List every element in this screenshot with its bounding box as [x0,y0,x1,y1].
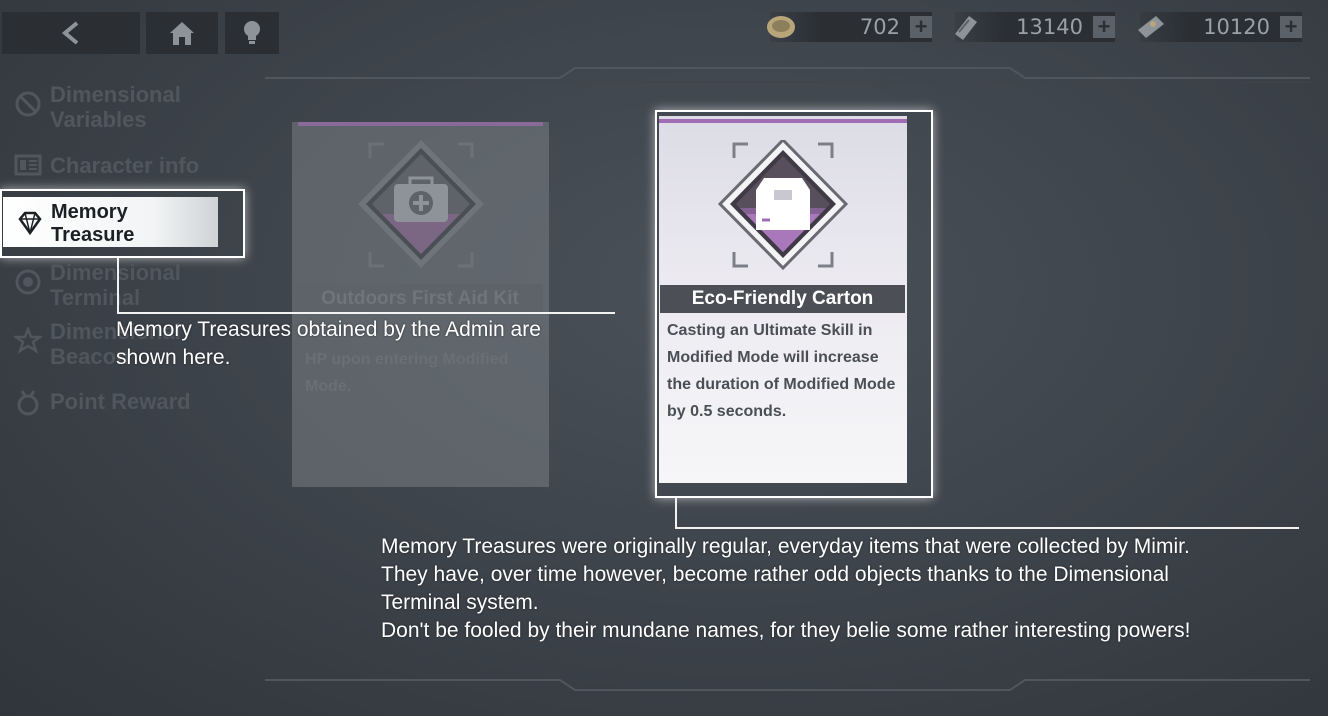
lightbulb-icon [244,21,260,44]
coin-icon [767,16,795,38]
card-description: Casting an Ultimate Skill in Modified Mo… [667,322,896,420]
sidebar-item-label: Character info [50,153,200,178]
callout-line-vertical [675,498,677,529]
add-crystal-button[interactable]: + [1093,16,1115,38]
ticket-icon [1138,16,1164,38]
callout-line-horizontal [117,312,615,314]
callout-text: They have, over time however, become rat… [381,563,1169,586]
resource-crystal: 13140 + [955,12,1115,42]
sidebar-item-label: Point Reward [50,389,191,414]
sidebar-item-label: Dimensional [50,82,181,107]
sidebar-item-point-reward[interactable]: Point Reward [14,389,191,417]
home-icon [170,22,194,45]
carton-icon [717,140,849,271]
callout-line-horizontal [675,527,1299,529]
callout-text: Memory Treasures obtained by the Admin a… [116,318,541,341]
sidebar-item-label-line2: Variables [50,107,147,132]
sidebar-item-label: Dimensional [50,260,181,285]
diamond-icon [18,211,42,236]
ticket-value: 10120 [1203,15,1270,39]
callout-text: shown here. [116,346,231,369]
card-title: Eco-Friendly Carton [660,285,905,313]
crystal-icon [955,16,977,40]
card-accent-bar [298,122,543,126]
sidebar-callout: Memory Treasures obtained by the Admin a… [116,316,541,372]
sidebar-item-label-line2: Terminal [50,285,141,310]
coin-value: 702 [859,15,900,39]
add-ticket-button[interactable]: + [1280,16,1302,38]
beacon-icon [14,327,42,354]
first-aid-kit-icon [358,140,484,268]
callout-line-vertical [117,258,119,314]
terminal-icon [15,269,41,295]
sidebar-item-label-line2: Treasure [51,224,135,246]
chevron-left-icon [61,21,79,45]
callout-text: Terminal system. [381,591,539,614]
sidebar-item-dimensional-variables[interactable]: Dimensional Variables [14,82,181,132]
card-callout: Memory Treasures were originally regular… [381,533,1190,645]
sidebar-item-dimensional-terminal[interactable]: Dimensional Terminal [14,260,181,310]
card-title: Outdoors First Aid Kit [297,284,543,314]
callout-text: Memory Treasures were originally regular… [381,535,1190,558]
resource-coin: 702 + [767,12,932,42]
sidebar-item-label: Memory [51,201,128,223]
reward-icon [17,390,39,416]
variables-icon [15,91,41,117]
hint-button[interactable] [225,12,279,54]
callout-text: Don't be fooled by their mundane names, … [381,619,1191,642]
resource-ticket: 10120 + [1138,12,1302,42]
sidebar-item-character-info[interactable]: Character info [14,153,199,181]
back-button[interactable] [2,12,140,54]
home-button[interactable] [146,12,218,54]
crystal-value: 13140 [1016,15,1083,39]
add-coin-button[interactable]: + [910,16,932,38]
sidebar-item-memory-treasure[interactable]: Memory Treasure [16,201,134,247]
character-info-icon [14,154,42,176]
